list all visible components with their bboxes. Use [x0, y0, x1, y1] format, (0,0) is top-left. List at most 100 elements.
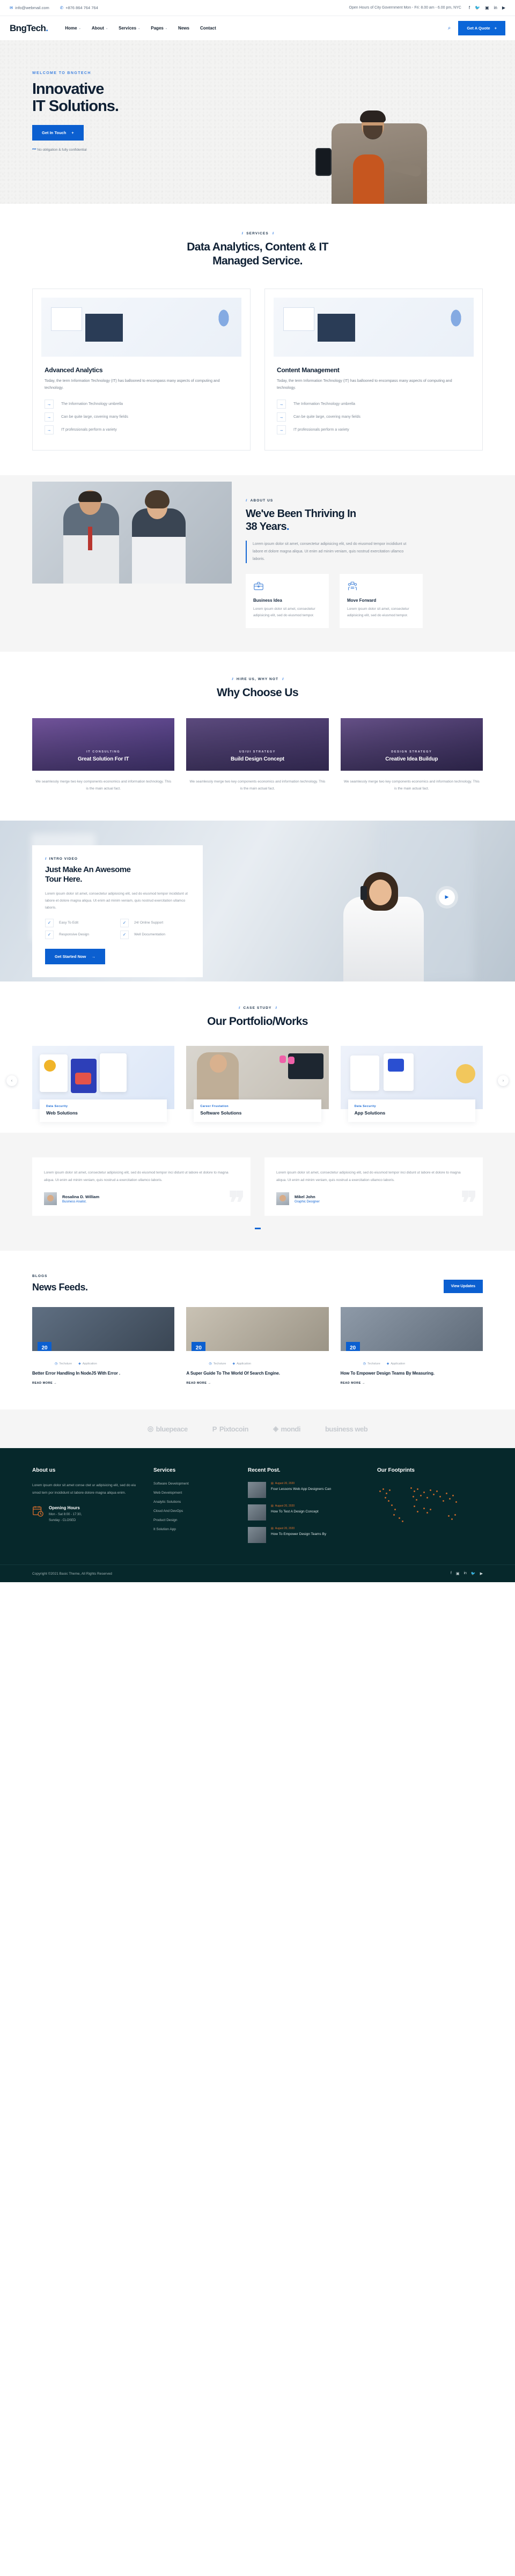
news-card[interactable]: 20 AUG ◷Techsture ◈Application How To Em… — [340, 1307, 483, 1385]
portfolio-card[interactable]: Career Frustation Software Solutions — [186, 1045, 329, 1122]
nav-item-news[interactable]: News — [178, 26, 189, 31]
nav-right: ⌕ Get A Quote + — [448, 21, 505, 35]
portfolio-card[interactable]: Data Security App Solutions — [340, 1045, 483, 1122]
footer-link[interactable]: It Solution App — [153, 1527, 234, 1531]
testimonial-pagination[interactable] — [32, 1228, 483, 1230]
footer-recent-post[interactable]: ▤ August 20, 2020 Four Lessons Web App De… — [248, 1482, 363, 1499]
read-more-link[interactable]: READ MORE → — [341, 1382, 483, 1385]
why-card[interactable]: IT CONSULTING Great Solution For IT We s… — [32, 718, 175, 793]
search-icon[interactable]: ⌕ — [448, 25, 451, 31]
service-bullet[interactable]: → IT professionals perform a variety — [277, 425, 470, 434]
arrow-right-icon: → — [45, 425, 54, 434]
service-card[interactable]: Advanced Analytics Today, the term Infor… — [32, 289, 251, 451]
video-feature: ✓ Easy To Edit — [45, 918, 115, 927]
footer-link[interactable]: Cloud And DevOps — [153, 1509, 234, 1513]
services-title-line1: Data Analytics, Content & IT — [187, 241, 328, 253]
footer-hours-lines: Mon - Sat 8:00 - 17:30, Sunday - CLOSED — [49, 1512, 82, 1524]
footer-link[interactable]: Analytic Solutions — [153, 1500, 234, 1504]
illustration-monitor — [318, 314, 355, 342]
get-in-touch-button[interactable]: Get In Touch + — [32, 124, 84, 141]
services-section: // SERVICES // Data Analytics, Content &… — [0, 204, 515, 475]
why-card-image: IT CONSULTING Great Solution For IT — [32, 718, 175, 771]
logo-dot: . — [46, 23, 48, 33]
topbar-social[interactable]: f 🐦 ▣ in ▶ — [469, 5, 505, 10]
why-card-desc: We seamlessly merge two key components e… — [343, 779, 480, 791]
about-feature-card[interactable]: Move Forward Lorem ipsum dolor sit amet,… — [340, 573, 423, 628]
mock-screen — [40, 1054, 68, 1092]
get-started-button[interactable]: Get Started Now → — [45, 948, 105, 964]
news-day: 20 — [195, 1345, 202, 1351]
feature-title: Move Forward — [347, 597, 377, 603]
slash-icon: // — [232, 677, 233, 681]
twitter-icon[interactable]: 🐦 — [475, 5, 480, 10]
video-title-line1: Just Make An Awesome — [45, 865, 131, 874]
why-category: US/UI STRATEGY — [239, 750, 276, 754]
services-label: // SERVICES // — [32, 232, 483, 235]
pagination-dot-active[interactable] — [254, 1228, 261, 1230]
topbar-email[interactable]: ✉ info@webmail.com — [10, 5, 49, 10]
topbar-phone[interactable]: ✆ +876 864 764 764 — [60, 5, 98, 10]
service-bullet[interactable]: → The Information Technology umbrella — [277, 399, 470, 409]
footer-link[interactable]: Software Development — [153, 1482, 234, 1486]
site-logo[interactable]: BngTech. — [10, 23, 48, 34]
nav-item-services[interactable]: Services ⌄ — [119, 26, 140, 31]
copyright-text: Copyright ©2021 Basic Theme, All Rights … — [32, 1571, 112, 1576]
footer-social[interactable]: f ▣ in 🐦 ▶ — [451, 1571, 483, 1576]
read-more-link[interactable]: READ MORE → — [186, 1382, 328, 1385]
news-date-badge: 20 AUG — [345, 1342, 360, 1352]
about-title: We've Been Thriving In 38 Years. — [246, 507, 483, 533]
view-updates-button[interactable]: View Updates — [443, 1280, 483, 1294]
portfolio-next-button[interactable]: › — [498, 1075, 509, 1086]
nav-item-pages[interactable]: Pages ⌄ — [151, 26, 167, 31]
youtube-icon[interactable]: ▶ — [502, 5, 505, 10]
read-more-link[interactable]: READ MORE → — [32, 1382, 174, 1385]
portfolio-card[interactable]: Data Security Web Solutions — [32, 1045, 175, 1122]
why-card[interactable]: US/UI STRATEGY Build Design Concept We s… — [186, 718, 329, 793]
portfolio-prev-button[interactable]: ‹ — [6, 1075, 17, 1086]
linkedin-icon[interactable]: in — [494, 5, 497, 10]
about-feature-card[interactable]: Business Idea Lorem ipsum dolor sit amet… — [246, 573, 329, 628]
nav-item-about[interactable]: About ⌄ — [92, 26, 108, 31]
footer-link[interactable]: Product Design — [153, 1518, 234, 1522]
news-card[interactable]: 20 AUG ◷Techsture ◈Application A Super G… — [186, 1307, 329, 1385]
why-label: // HIRE US, WHY NOT // — [32, 677, 483, 681]
slash-icon: // — [275, 1006, 277, 1010]
service-card[interactable]: Content Management Today, the term Infor… — [264, 289, 483, 451]
service-bullet[interactable]: → The Information Technology umbrella — [45, 399, 238, 409]
news-card[interactable]: 20 AUG ◷Techsture ◈Application Better Er… — [32, 1307, 175, 1385]
youtube-icon[interactable]: ▶ — [480, 1571, 483, 1576]
service-bullet[interactable]: → Can be quite large, covering many fiel… — [45, 412, 238, 422]
linkedin-icon[interactable]: in — [464, 1571, 466, 1576]
post-date: ▤ August 20, 2020 — [271, 1482, 295, 1486]
portfolio-grid: Data Security Web Solutions Career Frust… — [32, 1045, 483, 1122]
feature-desc: Lorem ipsum dolor sit amet, consectetur … — [347, 607, 409, 618]
facebook-icon[interactable]: f — [469, 5, 470, 10]
portfolio-section: // CASE STUDY // Our Portfolio/Works Dat… — [0, 981, 515, 1133]
nav-item-contact[interactable]: Contact — [200, 26, 216, 31]
service-bullet[interactable]: → IT professionals perform a variety — [45, 425, 238, 434]
tag-icon: ◈ — [386, 1362, 389, 1366]
instagram-icon[interactable]: ▣ — [485, 5, 489, 10]
twitter-icon[interactable]: 🐦 — [471, 1571, 476, 1576]
portfolio-name: Web Solutions — [46, 1110, 78, 1116]
about-quote: Lorem ipsum dolor sit amet, consectetur … — [246, 540, 413, 563]
why-card[interactable]: DESIGN STRATEGY Creative Idea Buildup We… — [340, 718, 483, 793]
slash-icon: // — [272, 232, 274, 235]
brand-logo: P Pixtocoin — [212, 1425, 249, 1433]
facebook-icon[interactable]: f — [451, 1571, 452, 1576]
testimonials-section: ❞ Lorem ipsum dolor sit amet, consectetu… — [0, 1132, 515, 1251]
footer-recent-post[interactable]: ▤ August 20, 2020 How To Test A Design Co… — [248, 1504, 363, 1521]
footer-link[interactable]: Web Development — [153, 1491, 234, 1495]
nav-item-home[interactable]: Home ⌄ — [65, 26, 80, 31]
service-bullet[interactable]: → Can be quite large, covering many fiel… — [277, 412, 470, 422]
instagram-icon[interactable]: ▣ — [456, 1571, 460, 1576]
about-photo — [32, 481, 232, 584]
top-bar: ✉ info@webmail.com ✆ +876 864 764 764 Op… — [0, 0, 515, 16]
footer-recent-post[interactable]: ▤ August 20, 2020 How To Empower Design T… — [248, 1527, 363, 1544]
news-header: BLOGS News Feeds. View Updates — [32, 1274, 483, 1294]
why-category: IT CONSULTING — [86, 750, 121, 754]
get-a-quote-button[interactable]: Get A Quote + — [458, 21, 505, 35]
hero-copy: WELCOME TO BNGTECH Innovative IT Solutio… — [32, 71, 209, 152]
play-button[interactable]: ▶ — [439, 889, 455, 905]
service-title: Content Management — [277, 366, 340, 374]
